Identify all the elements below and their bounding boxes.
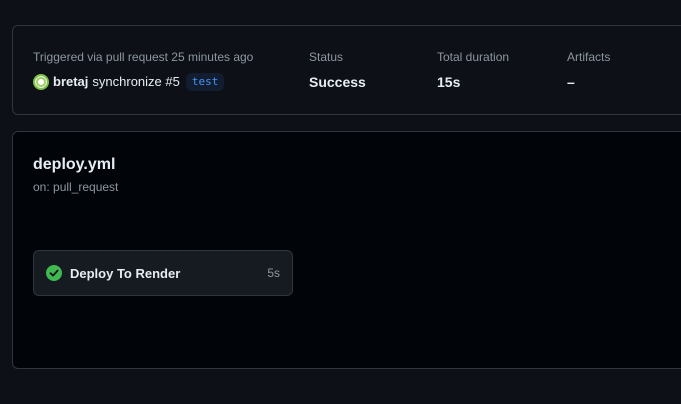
job-deploy-to-render[interactable]: Deploy To Render 5s (33, 250, 293, 296)
check-circle-icon (46, 265, 62, 281)
artifacts-section: Artifacts – (567, 49, 610, 92)
duration-label: Total duration (437, 50, 510, 64)
duration-section: Total duration 15s (437, 49, 509, 92)
status-section: Status Success (309, 49, 366, 92)
workflow-graph-card: deploy.yml on: pull_request Deploy To Re… (12, 131, 681, 369)
status-label: Status (309, 50, 344, 64)
avatar[interactable] (33, 74, 49, 90)
branch-label[interactable]: test (185, 73, 225, 91)
actor-link[interactable]: bretaj (53, 72, 88, 92)
duration-value: 15s (437, 74, 461, 90)
artifacts-value: – (567, 74, 575, 90)
run-summary-card: Triggered via pull request 25 minutes ag… (12, 25, 681, 115)
status-value: Success (309, 74, 366, 90)
trigger-details: bretaj synchronize #5 test (33, 72, 253, 92)
job-duration: 5s (267, 266, 280, 280)
artifacts-label: Artifacts (567, 50, 611, 64)
pull-request-link[interactable]: synchronize #5 (92, 72, 179, 92)
workflow-trigger: on: pull_request (33, 180, 119, 194)
trigger-label: Triggered via pull request 25 minutes ag… (33, 50, 254, 64)
job-name: Deploy To Render (70, 265, 181, 281)
trigger-section: Triggered via pull request 25 minutes ag… (33, 49, 253, 92)
workflow-file-title[interactable]: deploy.yml (33, 155, 115, 175)
